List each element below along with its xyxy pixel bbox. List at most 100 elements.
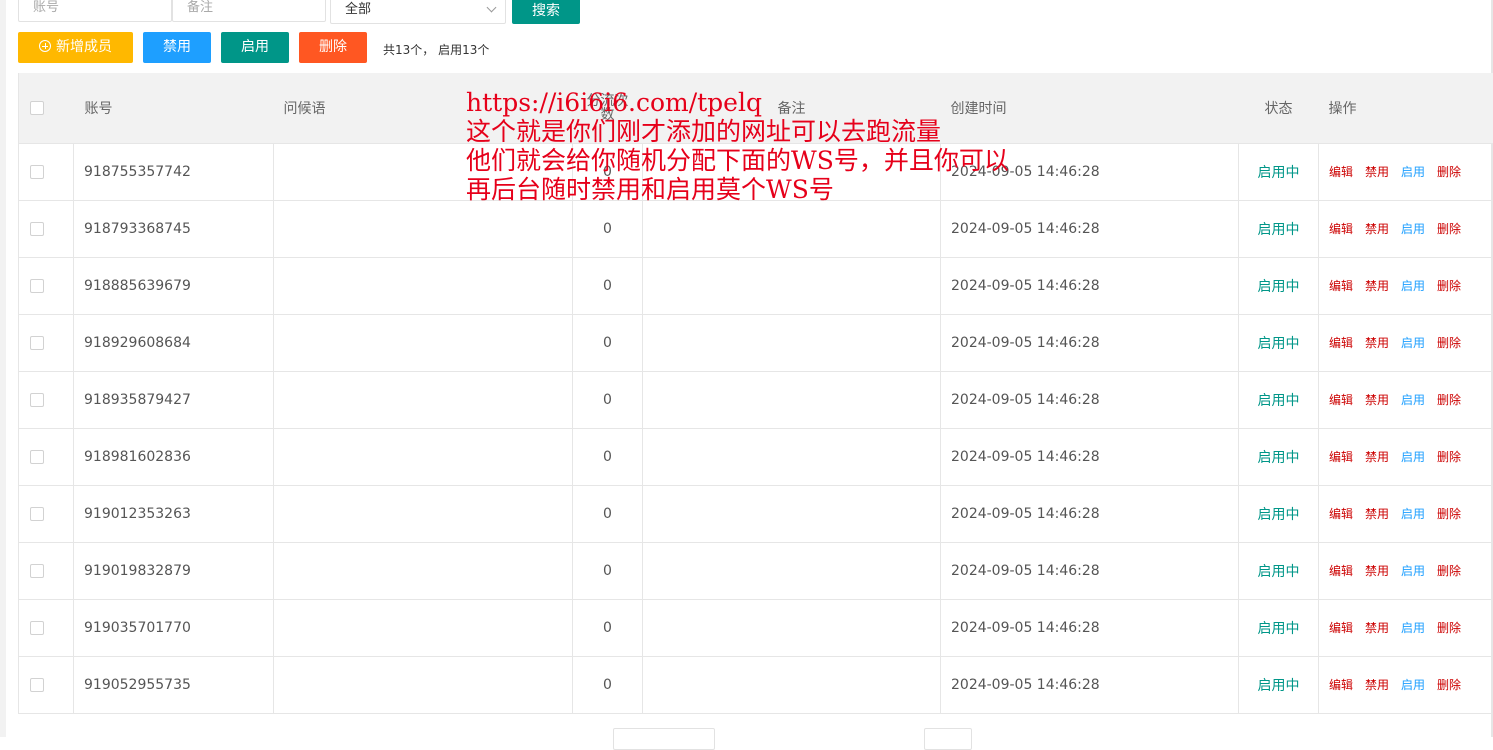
row-select-cell[interactable] bbox=[19, 314, 74, 371]
row-edit-link[interactable]: 编辑 bbox=[1329, 393, 1353, 407]
row-created: 2024-09-05 14:46:28 bbox=[941, 143, 1239, 200]
row-disable-link[interactable]: 禁用 bbox=[1365, 336, 1389, 350]
row-select-cell[interactable] bbox=[19, 485, 74, 542]
page-jump-input[interactable] bbox=[924, 728, 972, 750]
row-disable-link[interactable]: 禁用 bbox=[1365, 165, 1389, 179]
row-created: 2024-09-05 14:46:28 bbox=[941, 314, 1239, 371]
row-created: 2024-09-05 14:46:28 bbox=[941, 428, 1239, 485]
table-row: 91875535774202024-09-05 14:46:28启用中编辑禁用启… bbox=[19, 143, 1493, 200]
row-enable-link[interactable]: 启用 bbox=[1401, 450, 1425, 464]
row-greeting bbox=[274, 542, 573, 599]
row-greeting bbox=[274, 314, 573, 371]
row-checkbox[interactable] bbox=[30, 393, 44, 407]
row-count: 0 bbox=[573, 200, 643, 257]
row-edit-link[interactable]: 编辑 bbox=[1329, 279, 1353, 293]
row-greeting bbox=[274, 485, 573, 542]
row-select-cell[interactable] bbox=[19, 428, 74, 485]
status-select[interactable]: 全部 bbox=[330, 0, 506, 24]
row-disable-link[interactable]: 禁用 bbox=[1365, 621, 1389, 635]
row-enable-link[interactable]: 启用 bbox=[1401, 393, 1425, 407]
row-account: 918929608684 bbox=[74, 314, 274, 371]
row-edit-link[interactable]: 编辑 bbox=[1329, 450, 1353, 464]
account-search-input[interactable] bbox=[18, 0, 172, 22]
row-checkbox[interactable] bbox=[30, 165, 44, 179]
row-status: 启用中 bbox=[1239, 485, 1319, 542]
row-select-cell[interactable] bbox=[19, 371, 74, 428]
row-disable-link[interactable]: 禁用 bbox=[1365, 450, 1389, 464]
row-select-cell[interactable] bbox=[19, 599, 74, 656]
row-delete-link[interactable]: 删除 bbox=[1437, 165, 1461, 179]
row-greeting bbox=[274, 257, 573, 314]
row-checkbox[interactable] bbox=[30, 507, 44, 521]
row-edit-link[interactable]: 编辑 bbox=[1329, 222, 1353, 236]
table-row: 91888563967902024-09-05 14:46:28启用中编辑禁用启… bbox=[19, 257, 1493, 314]
row-enable-link[interactable]: 启用 bbox=[1401, 564, 1425, 578]
page-size-select[interactable] bbox=[613, 728, 715, 750]
row-enable-link[interactable]: 启用 bbox=[1401, 165, 1425, 179]
row-select-cell[interactable] bbox=[19, 257, 74, 314]
row-delete-link[interactable]: 删除 bbox=[1437, 450, 1461, 464]
member-count-summary: 共13个， 启用13个 bbox=[383, 41, 489, 58]
bulk-disable-button[interactable]: 禁用 bbox=[143, 32, 211, 63]
row-checkbox[interactable] bbox=[30, 450, 44, 464]
row-actions: 编辑禁用启用删除 bbox=[1319, 143, 1493, 200]
row-delete-link[interactable]: 删除 bbox=[1437, 393, 1461, 407]
add-member-button[interactable]: 新增成员 bbox=[18, 32, 133, 63]
row-checkbox[interactable] bbox=[30, 564, 44, 578]
row-disable-link[interactable]: 禁用 bbox=[1365, 507, 1389, 521]
row-checkbox[interactable] bbox=[30, 279, 44, 293]
row-disable-link[interactable]: 禁用 bbox=[1365, 678, 1389, 692]
row-checkbox[interactable] bbox=[30, 621, 44, 635]
header-select-all[interactable] bbox=[19, 73, 74, 143]
row-disable-link[interactable]: 禁用 bbox=[1365, 393, 1389, 407]
bulk-enable-button[interactable]: 启用 bbox=[221, 32, 289, 63]
row-delete-link[interactable]: 删除 bbox=[1437, 507, 1461, 521]
row-edit-link[interactable]: 编辑 bbox=[1329, 678, 1353, 692]
row-delete-link[interactable]: 删除 bbox=[1437, 279, 1461, 293]
row-edit-link[interactable]: 编辑 bbox=[1329, 564, 1353, 578]
table-row: 91901235326302024-09-05 14:46:28启用中编辑禁用启… bbox=[19, 485, 1493, 542]
table-row: 91905295573502024-09-05 14:46:28启用中编辑禁用启… bbox=[19, 656, 1493, 713]
row-count: 0 bbox=[573, 371, 643, 428]
row-enable-link[interactable]: 启用 bbox=[1401, 222, 1425, 236]
row-disable-link[interactable]: 禁用 bbox=[1365, 564, 1389, 578]
row-actions: 编辑禁用启用删除 bbox=[1319, 599, 1493, 656]
bulk-delete-button[interactable]: 删除 bbox=[299, 32, 367, 63]
row-disable-link[interactable]: 禁用 bbox=[1365, 279, 1389, 293]
row-actions: 编辑禁用启用删除 bbox=[1319, 428, 1493, 485]
row-enable-link[interactable]: 启用 bbox=[1401, 621, 1425, 635]
row-select-cell[interactable] bbox=[19, 143, 74, 200]
row-select-cell[interactable] bbox=[19, 200, 74, 257]
row-enable-link[interactable]: 启用 bbox=[1401, 507, 1425, 521]
row-enable-link[interactable]: 启用 bbox=[1401, 336, 1425, 350]
row-delete-link[interactable]: 删除 bbox=[1437, 621, 1461, 635]
row-checkbox[interactable] bbox=[30, 336, 44, 350]
search-button[interactable]: 搜索 bbox=[512, 0, 580, 24]
select-all-checkbox[interactable] bbox=[30, 101, 44, 115]
remark-search-input[interactable] bbox=[172, 0, 326, 22]
row-enable-link[interactable]: 启用 bbox=[1401, 678, 1425, 692]
row-status: 启用中 bbox=[1239, 371, 1319, 428]
row-created: 2024-09-05 14:46:28 bbox=[941, 599, 1239, 656]
header-count-label: 分流次数 bbox=[586, 94, 630, 122]
row-status: 启用中 bbox=[1239, 428, 1319, 485]
row-account: 919019832879 bbox=[74, 542, 274, 599]
row-delete-link[interactable]: 删除 bbox=[1437, 336, 1461, 350]
row-edit-link[interactable]: 编辑 bbox=[1329, 165, 1353, 179]
row-delete-link[interactable]: 删除 bbox=[1437, 564, 1461, 578]
row-enable-link[interactable]: 启用 bbox=[1401, 279, 1425, 293]
pagination bbox=[0, 728, 1493, 740]
row-delete-link[interactable]: 删除 bbox=[1437, 678, 1461, 692]
row-checkbox[interactable] bbox=[30, 678, 44, 692]
row-disable-link[interactable]: 禁用 bbox=[1365, 222, 1389, 236]
row-count: 0 bbox=[573, 599, 643, 656]
row-checkbox[interactable] bbox=[30, 222, 44, 236]
row-select-cell[interactable] bbox=[19, 542, 74, 599]
row-edit-link[interactable]: 编辑 bbox=[1329, 621, 1353, 635]
row-select-cell[interactable] bbox=[19, 656, 74, 713]
row-delete-link[interactable]: 删除 bbox=[1437, 222, 1461, 236]
row-edit-link[interactable]: 编辑 bbox=[1329, 336, 1353, 350]
table-row: 91892960868402024-09-05 14:46:28启用中编辑禁用启… bbox=[19, 314, 1493, 371]
row-account: 919012353263 bbox=[74, 485, 274, 542]
row-edit-link[interactable]: 编辑 bbox=[1329, 507, 1353, 521]
